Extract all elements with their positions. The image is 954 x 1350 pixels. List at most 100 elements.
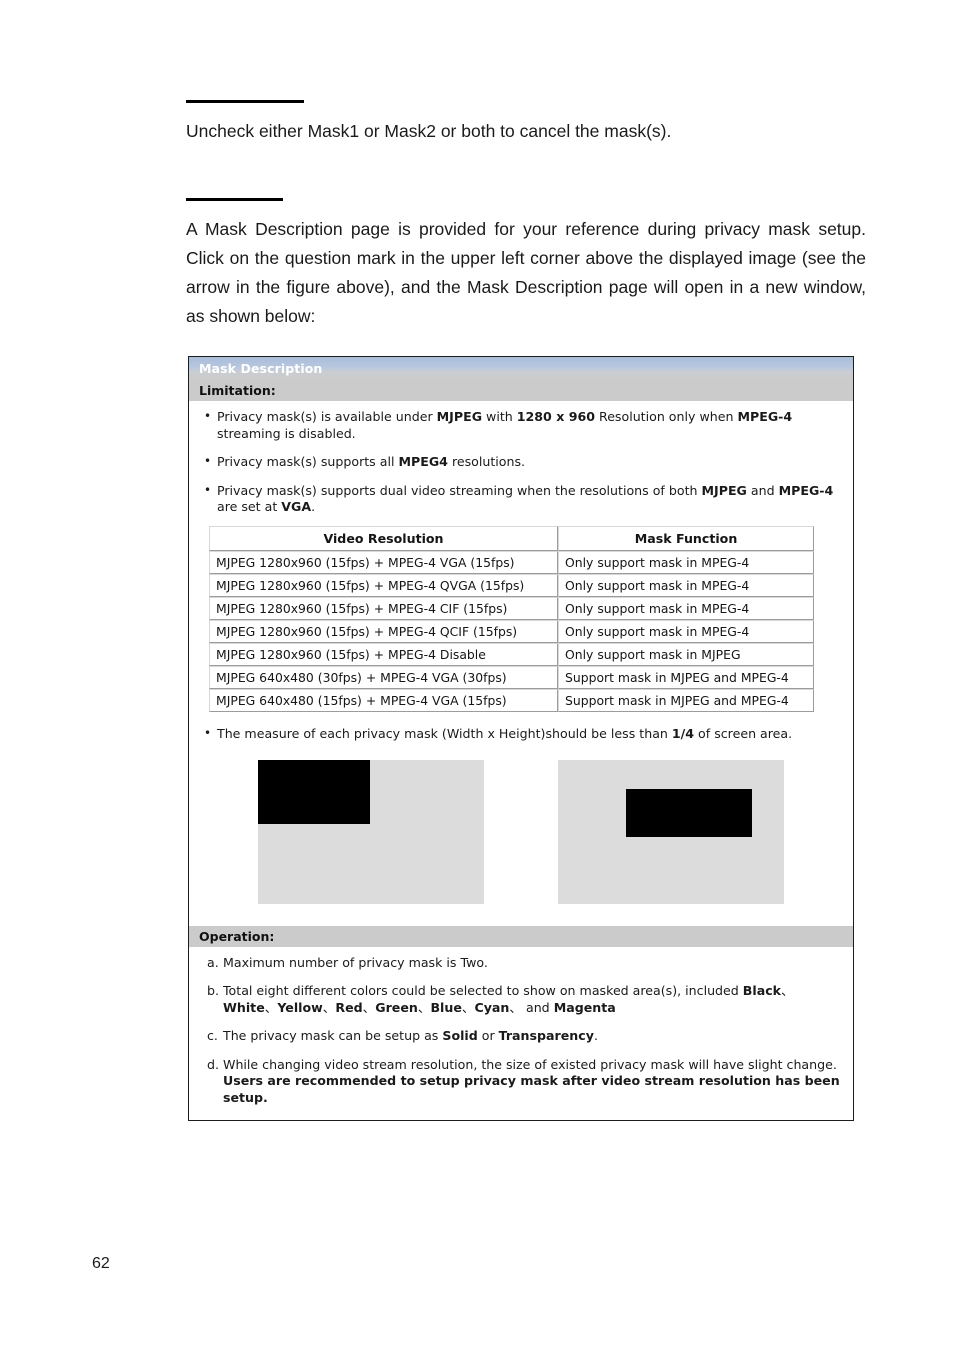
emphasis-text: Blue — [430, 999, 462, 1015]
operation-item-marker: a. — [207, 954, 219, 970]
emphasis-text: Solid — [442, 1028, 478, 1043]
cell-mask-function: Only support mask in MPEG-4 — [558, 550, 814, 574]
cell-video-resolution: MJPEG 1280x960 (15fps) + MPEG-4 CIF (15f… — [209, 596, 558, 620]
plain-text: of screen area. — [694, 725, 793, 741]
plain-text: 、 — [509, 999, 522, 1015]
plain-text: 、 — [362, 999, 376, 1015]
operation-item-list: a. Maximum number of privacy mask is Two.… — [201, 955, 841, 1107]
limitation-bullet: Privacy mask(s) supports all MPEG4 resol… — [201, 453, 841, 471]
measure-note-text: The measure of each privacy mask (Width … — [201, 725, 841, 742]
operation-body: a. Maximum number of privacy mask is Two.… — [189, 947, 853, 1121]
cell-video-resolution: MJPEG 640x480 (30fps) + MPEG-4 VGA (30fp… — [209, 665, 558, 689]
emphasis-text: MJPEG — [701, 482, 747, 498]
plain-text: . — [311, 499, 316, 514]
emphasis-text: Black — [742, 983, 782, 998]
document-text-block: Uncheck either Mask1 or Mask2 or both to… — [186, 100, 866, 331]
resolution-mask-table: Video Resolution Mask Function MJPEG 128… — [209, 525, 814, 712]
limitation-bullet-list: Privacy mask(s) is available under MJPEG… — [201, 408, 841, 516]
table-body: MJPEG 1280x960 (15fps) + MPEG-4 VGA (15f… — [209, 550, 814, 712]
operation-item: b. Total eight different colors could be … — [201, 983, 841, 1016]
plain-text: Privacy mask(s) supports dual video stre… — [217, 482, 702, 498]
cell-video-resolution: MJPEG 1280x960 (15fps) + MPEG-4 QCIF (15… — [209, 619, 558, 643]
table-header-row: Video Resolution Mask Function — [209, 525, 814, 551]
cell-mask-function: Support mask in MJPEG and MPEG-4 — [558, 688, 814, 712]
table-row: MJPEG 1280x960 (15fps) + MPEG-4 VGA (15f… — [209, 550, 814, 574]
plain-text: Total eight different colors could be se… — [223, 983, 743, 998]
emphasis-text: MPEG4 — [398, 454, 448, 469]
plain-text: 、 — [417, 999, 431, 1015]
operation-heading: Operation: — [189, 925, 853, 947]
plain-text: or — [477, 1028, 499, 1043]
cell-video-resolution: MJPEG 1280x960 (15fps) + MPEG-4 QVGA (15… — [209, 573, 558, 597]
measure-note-block: The measure of each privacy mask (Width … — [189, 722, 853, 742]
plain-text: Maximum number of privacy mask is Two. — [223, 954, 488, 970]
operation-item-marker: b. — [207, 983, 219, 998]
mask-example-center — [558, 759, 784, 904]
cell-mask-function: Only support mask in MPEG-4 — [558, 573, 814, 597]
plain-text: The privacy mask can be setup as — [223, 1028, 443, 1043]
page-number: 62 — [92, 1255, 110, 1272]
plain-text: Privacy mask(s) is available under — [217, 409, 437, 424]
paragraph-mask-description-intro: A Mask Description page is provided for … — [186, 219, 866, 326]
cell-mask-function: Only support mask in MPEG-4 — [558, 619, 814, 643]
plain-text: 、 — [264, 999, 278, 1015]
operation-item-marker: d. — [207, 1056, 219, 1072]
limitation-heading: Limitation: — [189, 380, 853, 401]
table-row: MJPEG 1280x960 (15fps) + MPEG-4 QCIF (15… — [209, 619, 814, 643]
mask-description-panel: Mask Description Limitation: Privacy mas… — [188, 356, 854, 1121]
plain-text: and — [746, 482, 779, 498]
column-header-video-resolution: Video Resolution — [209, 525, 558, 551]
emphasis-text: Green — [375, 999, 418, 1015]
table-row: MJPEG 1280x960 (15fps) + MPEG-4 Disable O… — [209, 642, 814, 666]
emphasis-text: Magenta — [553, 999, 616, 1015]
emphasis-text: MJPEG — [436, 409, 483, 424]
privacy-mask-rectangle — [626, 788, 752, 837]
emphasis-text: Transparency — [498, 1028, 594, 1043]
plain-text: The measure of each privacy mask (Width … — [217, 725, 672, 741]
operation-item-marker: c. — [207, 1028, 218, 1043]
limitation-bullet: Privacy mask(s) is available under MJPEG… — [201, 408, 841, 442]
cell-video-resolution: MJPEG 640x480 (15fps) + MPEG-4 VGA (15fp… — [209, 688, 558, 712]
plain-text: 、 — [322, 999, 336, 1015]
cell-mask-function: Support mask in MJPEG and MPEG-4 — [558, 665, 814, 689]
plain-text: are set at — [217, 499, 282, 514]
limitation-bullet: Privacy mask(s) supports dual video stre… — [201, 482, 841, 516]
plain-text: with — [482, 409, 517, 424]
table-row: MJPEG 640x480 (15fps) + MPEG-4 VGA (15fp… — [209, 688, 814, 712]
mask-example-corner — [258, 759, 484, 904]
table-row: MJPEG 1280x960 (15fps) + MPEG-4 QVGA (15… — [209, 573, 814, 597]
cell-mask-function: Only support mask in MPEG-4 — [558, 596, 814, 620]
plain-text: Privacy mask(s) supports all — [217, 454, 399, 469]
plain-text: . — [593, 1028, 598, 1043]
column-header-mask-function: Mask Function — [558, 525, 814, 551]
emphasis-text: Cyan — [474, 999, 510, 1015]
plain-text: 、 — [461, 999, 475, 1015]
emphasis-text: MPEG-4 — [737, 409, 793, 424]
cell-video-resolution: MJPEG 1280x960 (15fps) + MPEG-4 Disable — [209, 642, 558, 666]
table-row: MJPEG 1280x960 (15fps) + MPEG-4 CIF (15f… — [209, 596, 814, 620]
redacted-heading-rule-2 — [186, 198, 283, 201]
plain-text: streaming is disabled. — [217, 425, 356, 441]
plain-text: Resolution only when — [595, 409, 738, 424]
emphasis-text: VGA — [281, 499, 312, 514]
emphasis-text: MPEG-4 — [778, 482, 834, 498]
cell-video-resolution: MJPEG 1280x960 (15fps) + MPEG-4 VGA (15f… — [209, 550, 558, 574]
emphasis-text: Yellow — [277, 999, 323, 1015]
emphasis-text: Users are recommended to setup privacy m… — [223, 1073, 840, 1105]
plain-text: 、 — [781, 983, 794, 998]
paragraph-uncheck-mask: Uncheck either Mask1 or Mask2 or both to… — [186, 121, 672, 141]
cell-mask-function: Only support mask in MJPEG — [558, 642, 814, 666]
operation-item: c. The privacy mask can be setup as Solid… — [201, 1028, 841, 1045]
emphasis-text: 1/4 — [671, 725, 695, 741]
plain-text: While changing video stream resolution, … — [223, 1056, 837, 1072]
panel-title: Mask Description — [199, 361, 323, 376]
emphasis-text: 1280 x 960 — [516, 409, 595, 424]
table-row: MJPEG 640x480 (30fps) + MPEG-4 VGA (30fp… — [209, 665, 814, 689]
redacted-heading-rule-1 — [186, 100, 304, 103]
operation-item: a. Maximum number of privacy mask is Two. — [201, 955, 841, 972]
plain-text: and — [521, 999, 554, 1015]
panel-titlebar: Mask Description — [189, 357, 853, 380]
operation-item: d. While changing video stream resolution… — [201, 1057, 841, 1107]
plain-text: resolutions. — [447, 454, 526, 469]
